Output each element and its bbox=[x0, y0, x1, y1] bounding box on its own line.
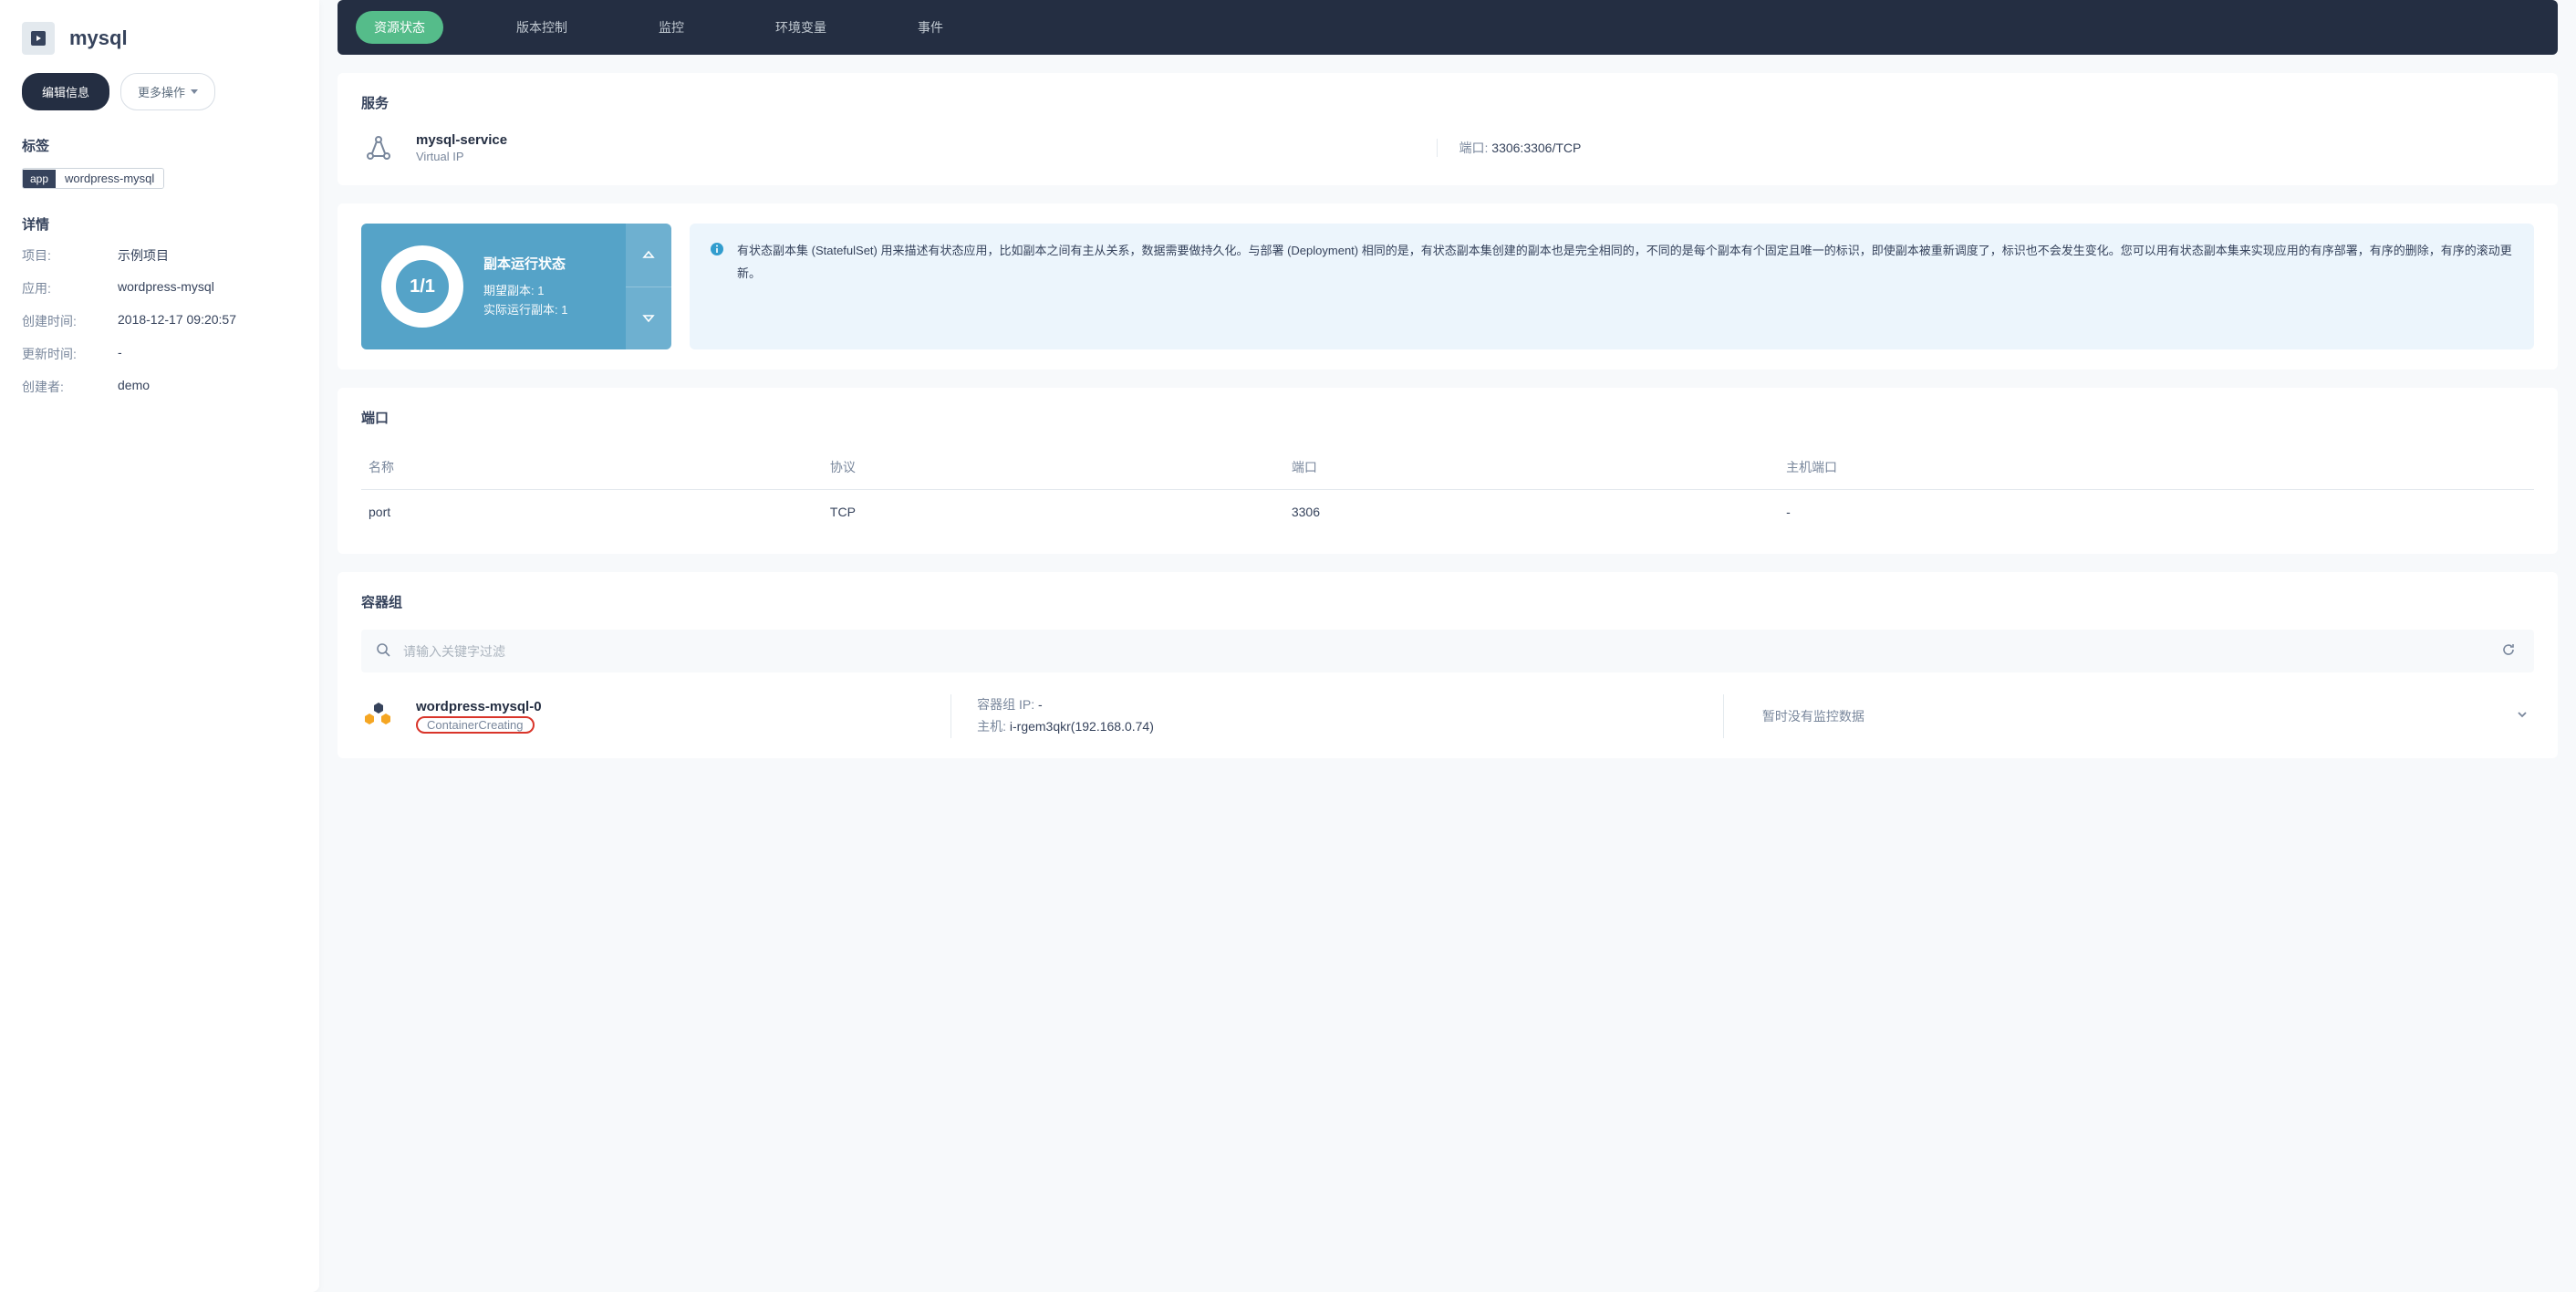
more-actions-button[interactable]: 更多操作 bbox=[120, 73, 215, 110]
port-th-protocol: 协议 bbox=[823, 445, 1284, 490]
port-table-row: port TCP 3306 - bbox=[361, 490, 2534, 535]
tab-monitor[interactable]: 监控 bbox=[640, 11, 702, 44]
app-title: mysql bbox=[69, 26, 128, 50]
pod-search-input[interactable] bbox=[403, 644, 2498, 659]
tab-events[interactable]: 事件 bbox=[899, 11, 961, 44]
port-cell-hostport: - bbox=[1779, 490, 2534, 535]
replica-ratio: 1/1 bbox=[410, 276, 435, 297]
replica-desired-value: 1 bbox=[537, 284, 544, 297]
replica-status-card: 1/1 副本运行状态 期望副本: 1 实际运行副本: 1 bbox=[361, 224, 671, 349]
tab-status[interactable]: 资源状态 bbox=[356, 11, 443, 44]
detail-label-app: 应用: bbox=[22, 279, 118, 297]
service-icon bbox=[361, 130, 396, 165]
tag-key: app bbox=[23, 170, 56, 188]
replica-desired-label: 期望副本: bbox=[483, 284, 537, 297]
tag-badge: app wordpress-mysql bbox=[22, 168, 164, 189]
port-cell-name: port bbox=[361, 490, 823, 535]
detail-value-updated: - bbox=[118, 345, 122, 363]
service-card-title: 服务 bbox=[361, 93, 2534, 112]
detail-label-project: 项目: bbox=[22, 246, 118, 265]
detail-label-updated: 更新时间: bbox=[22, 345, 118, 363]
replica-status-title: 副本运行状态 bbox=[483, 254, 567, 273]
port-th-hostport: 主机端口 bbox=[1779, 445, 2534, 490]
service-type: Virtual IP bbox=[416, 150, 507, 163]
refresh-button[interactable] bbox=[2498, 639, 2519, 663]
replica-running-value: 1 bbox=[561, 303, 567, 317]
tag-value: wordpress-mysql bbox=[56, 169, 163, 188]
tags-section-label: 标签 bbox=[22, 136, 297, 155]
more-actions-label: 更多操作 bbox=[138, 83, 185, 100]
pod-ip-value: - bbox=[1038, 697, 1043, 712]
pod-row[interactable]: wordpress-mysql-0 ContainerCreating 容器组 … bbox=[361, 694, 2534, 738]
detail-label-creator: 创建者: bbox=[22, 378, 118, 396]
detail-value-project: 示例项目 bbox=[118, 246, 169, 265]
pod-host-label: 主机: bbox=[977, 719, 1010, 734]
tab-version[interactable]: 版本控制 bbox=[498, 11, 586, 44]
pod-status-badge: ContainerCreating bbox=[416, 716, 535, 734]
pod-host-value: i-rgem3qkr(192.168.0.74) bbox=[1010, 719, 1154, 734]
search-icon bbox=[376, 642, 390, 660]
statefulset-info-panel: 有状态副本集 (StatefulSet) 用来描述有状态应用，比如副本之间有主从… bbox=[690, 224, 2534, 349]
pod-expand-button[interactable] bbox=[2510, 703, 2534, 729]
detail-value-created: 2018-12-17 09:20:57 bbox=[118, 312, 236, 330]
details-section-label: 详情 bbox=[22, 214, 297, 234]
port-cell-protocol: TCP bbox=[823, 490, 1284, 535]
port-th-port: 端口 bbox=[1284, 445, 1779, 490]
replica-scale-up-button[interactable] bbox=[626, 224, 671, 287]
service-name[interactable]: mysql-service bbox=[416, 132, 507, 148]
pod-name: wordpress-mysql-0 bbox=[416, 699, 930, 714]
service-port-value: 3306:3306/TCP bbox=[1491, 141, 1581, 155]
caret-down-icon bbox=[191, 89, 198, 94]
pod-monitor-message: 暂时没有监控数据 bbox=[1762, 707, 1864, 725]
edit-info-button[interactable]: 编辑信息 bbox=[22, 73, 109, 110]
detail-label-created: 创建时间: bbox=[22, 312, 118, 330]
pod-icon bbox=[361, 699, 396, 734]
service-port-label: 端口: bbox=[1459, 141, 1489, 155]
port-cell-port: 3306 bbox=[1284, 490, 1779, 535]
port-table-header-row: 名称 协议 端口 主机端口 bbox=[361, 445, 2534, 490]
replica-running-label: 实际运行副本: bbox=[483, 303, 561, 317]
statefulset-info-text: 有状态副本集 (StatefulSet) 用来描述有状态应用，比如副本之间有主从… bbox=[737, 240, 2514, 333]
replica-scale-down-button[interactable] bbox=[626, 287, 671, 350]
tab-env[interactable]: 环境变量 bbox=[757, 11, 845, 44]
tabs-bar: 资源状态 版本控制 监控 环境变量 事件 bbox=[338, 0, 2558, 55]
detail-value-creator: demo bbox=[118, 378, 150, 396]
port-card-title: 端口 bbox=[361, 408, 2534, 427]
pod-ip-label: 容器组 IP: bbox=[977, 697, 1038, 712]
pods-card-title: 容器组 bbox=[361, 592, 2534, 611]
app-icon bbox=[22, 22, 55, 55]
port-th-name: 名称 bbox=[361, 445, 823, 490]
replica-donut: 1/1 bbox=[381, 245, 463, 328]
info-icon bbox=[710, 242, 724, 333]
detail-value-app: wordpress-mysql bbox=[118, 279, 214, 297]
